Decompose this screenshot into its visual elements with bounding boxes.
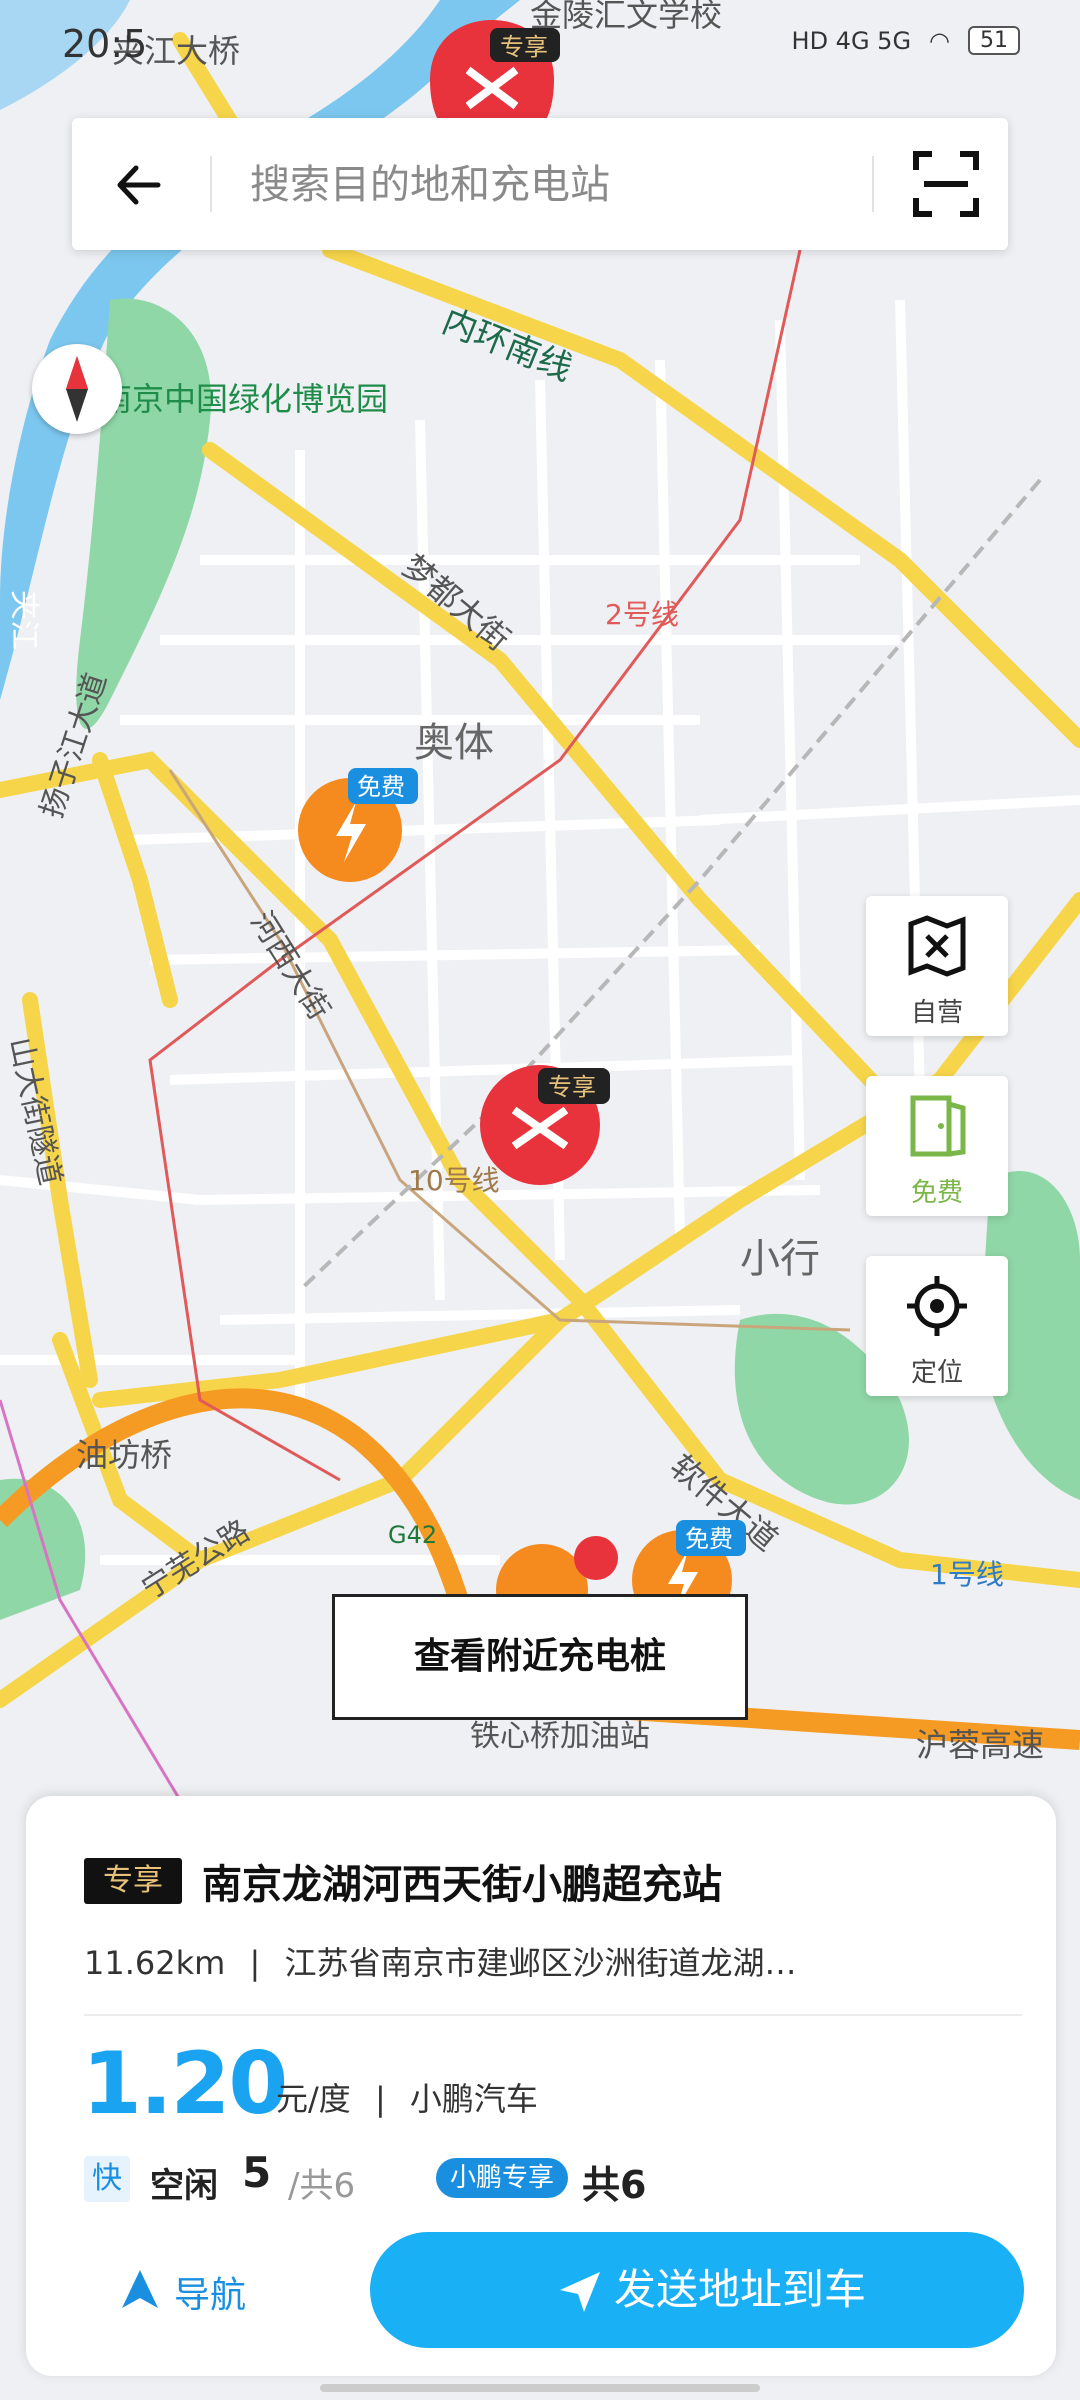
map-label-line2: 2号线 <box>605 598 679 631</box>
locate-label: 定位 <box>910 1358 963 1388</box>
status-bar: 20:5 HD 4G 5G ◠ 51 <box>0 0 1080 90</box>
station-address-line: 11.62km | 江苏省南京市建邺区沙洲街道龙湖… <box>84 1938 874 1984</box>
compass-icon <box>66 356 88 422</box>
idle-label: 空闲 <box>150 2166 218 2206</box>
exclusive-tag: 专享 <box>84 1858 182 1904</box>
price-unit-line: 元/度 | 小鹏汽车 <box>276 2074 538 2120</box>
pin-badge-exclusive: 专享 <box>548 1073 596 1101</box>
fast-charge-badge: 快 <box>84 2156 130 2202</box>
door-icon <box>910 1095 966 1157</box>
station-distance: 11.62km <box>84 1944 226 1982</box>
idle-total: /共6 <box>288 2166 356 2206</box>
map-label-hurong: 沪蓉高速 <box>916 1726 1044 1764</box>
locate-button[interactable]: 定位 <box>866 1256 1008 1396</box>
map-label-olympic: 奥体 <box>414 720 494 766</box>
nearby-chargers-button[interactable]: 查看附近充电桩 <box>332 1594 748 1720</box>
map-book-icon <box>908 915 966 977</box>
brand-exclusive-badge: 小鹏专享 <box>436 2158 569 2198</box>
navigation-arrow-icon <box>122 2270 158 2308</box>
send-label: 发送地址到车 <box>614 2265 867 2314</box>
search-divider <box>210 156 212 212</box>
locate-icon <box>907 1276 967 1336</box>
pin-badge-free: 免费 <box>357 773 405 801</box>
search-input[interactable] <box>248 152 892 218</box>
scan-icon[interactable] <box>910 148 982 220</box>
card-divider <box>84 2014 1022 2016</box>
total-chargers: 共6 <box>582 2163 647 2207</box>
map-label-youfang: 油坊桥 <box>76 1436 172 1474</box>
battery-icon: 51 <box>968 26 1020 55</box>
pin-badge-free: 免费 <box>685 1525 733 1553</box>
map-label-xiaohang: 小行 <box>740 1236 820 1282</box>
address-separator: | <box>249 1944 261 1982</box>
send-icon <box>560 2272 600 2312</box>
self-run-filter-button[interactable]: 自营 <box>866 896 1008 1036</box>
search-bar <box>72 118 1008 250</box>
free-filter-label: 免费 <box>910 1178 963 1208</box>
operator-separator: | <box>374 2080 386 2118</box>
status-icons: HD 4G 5G ◠ 51 <box>792 26 1020 55</box>
scan-divider <box>872 156 874 212</box>
navigate-button[interactable]: 导航 <box>118 2256 268 2326</box>
compass-button[interactable] <box>32 344 122 434</box>
send-address-to-car-button[interactable]: 发送地址到车 <box>370 2232 1024 2348</box>
wifi-icon: ◠ <box>929 26 950 55</box>
operator-name: 小鹏汽车 <box>409 2080 538 2118</box>
map-label-expo: 南京中国绿化博览园 <box>100 380 388 418</box>
self-run-label: 自营 <box>910 998 963 1028</box>
station-name: 南京龙湖河西天街小鹏超充站 <box>202 1862 722 1908</box>
idle-count: 5 <box>242 2148 272 2197</box>
station-address: 江苏省南京市建邺区沙洲街道龙湖… <box>284 1944 797 1982</box>
back-arrow-icon[interactable] <box>108 150 178 220</box>
navigate-label: 导航 <box>174 2275 247 2316</box>
map-label-line10: 10号线 <box>408 1164 500 1197</box>
free-filter-button[interactable]: 免费 <box>866 1076 1008 1216</box>
map-label-jiajiang: 夹江 <box>6 590 41 650</box>
map-label-line1: 1号线 <box>930 1558 1004 1591</box>
home-indicator[interactable] <box>320 2384 760 2392</box>
station-card[interactable]: 专享 南京龙湖河西天街小鹏超充站 11.62km | 江苏省南京市建邺区沙洲街道… <box>26 1796 1056 2376</box>
price-unit: 元/度 <box>276 2080 351 2118</box>
map-label-g42: G42 <box>388 1521 437 1549</box>
map-label-tiexin: 铁心桥加油站 <box>470 1719 650 1754</box>
status-time: 20:5 <box>62 22 148 66</box>
network-indicator: HD 4G 5G <box>791 26 912 55</box>
price-value: 1.20 <box>82 2034 288 2134</box>
